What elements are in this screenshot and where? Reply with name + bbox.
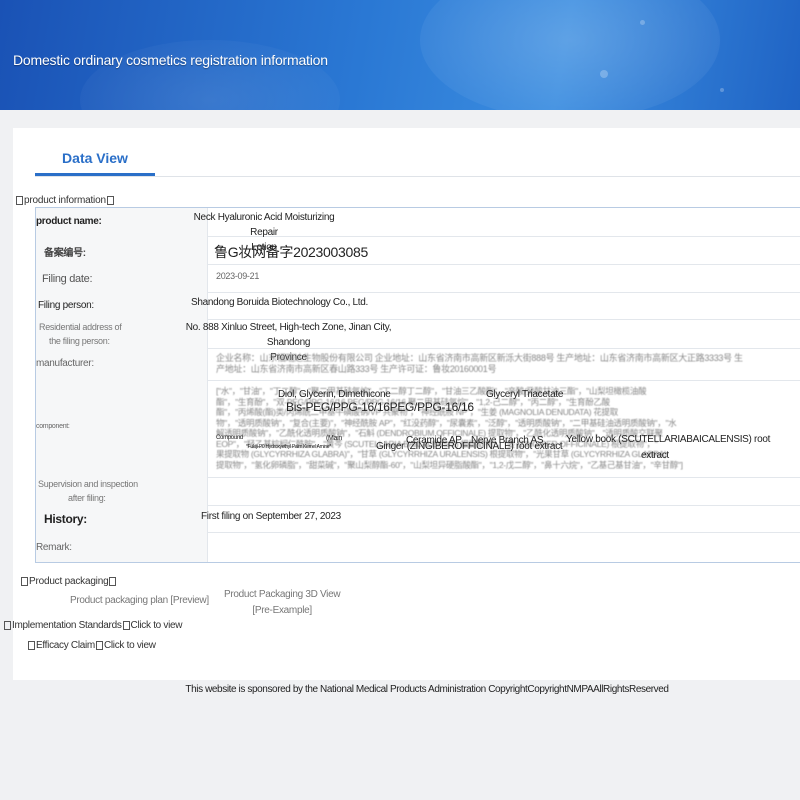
filing-person-value: Shandong Boruida Biotechnology Co., Ltd. [191,297,369,308]
tab-data-view[interactable]: Data View [35,150,155,166]
table-row: Residential address of the filing person… [36,319,800,363]
packaging-3d-view-link[interactable]: Product Packaging 3D View [Pre-Example] [224,587,341,619]
section-product-information: product information [15,195,115,206]
record-no-label: 备案编号: [44,248,86,259]
component-overlay: Diol, Glycerin, Dimethicone [278,389,391,400]
banner-decoration [80,40,340,110]
product-name-label: product name: [36,216,102,227]
table-row: component: ["水"，"甘油"，"丁二醇"，"聚二甲基硅氧烷"，"丁二… [36,380,800,478]
section-product-packaging: Product packaging [20,576,117,587]
component-overlay: Glyceryl Triacetate [486,389,564,400]
history-label: History: [44,512,87,526]
bracket-right-icon [109,576,117,586]
bracket-icon [4,620,11,630]
component-overlay: Bis-PEG/PPG-16/16PEG/PPG-16/16 [286,400,474,414]
filing-date-label: Filing date: [42,273,93,285]
history-value: First filing on September 27, 2023 [201,511,341,522]
table-row: Filing person: Shandong Boruida Biotechn… [36,292,800,320]
address-label-line2: the filing person: [49,336,110,346]
table-row: product name: Neck Hyaluronic Acid Moist… [36,208,800,253]
table-row: Remark: [36,532,800,562]
component-label: component: [36,423,70,430]
implementation-standards-row: Implementation Standards Click to view [3,620,183,631]
implementation-standards-view-link[interactable]: Click to view [131,620,183,631]
manufacturer-label: manufacturer: [36,358,94,369]
table-row: manufacturer: 企业名称：山东福瑞达生物股份有限公司 企业地址：山东… [36,348,800,381]
bracket-right-icon [106,195,114,205]
content-card: Data View product information product na… [4,128,800,680]
bracket-icon [95,640,103,650]
product-info-table: product name: Neck Hyaluronic Acid Moist… [35,207,800,563]
supervision-label-line2: after filing: [68,493,106,503]
supervision-label-line1: Supervision and inspection [38,479,138,489]
address-label-line1: Residential address of [39,322,122,332]
page-title: Domestic ordinary cosmetics registration… [13,52,328,68]
banner-decoration [640,20,645,25]
table-row: Filing date: 2023-09-21 [36,264,800,293]
packaging-plan-preview-link[interactable]: Product packaging plan [Preview] [70,595,209,606]
remark-label: Remark: [36,542,72,553]
banner-decoration [600,70,608,78]
component-overlay: *Fukiji-P0 Hydroxyethyl Palm Kernel Amin… [246,444,331,450]
table-row: History: First filing on September 27, 2… [36,505,800,533]
efficacy-claim-view-link[interactable]: Click to view [104,640,156,651]
table-row: Supervision and inspection after filing: [36,477,800,506]
filing-date-value: 2023-09-21 [216,271,260,281]
header-banner: Domestic ordinary cosmetics registration… [0,0,800,110]
table-row: 备案编号: 鲁G妆网备字2023003085 [36,236,800,265]
record-no-value: 鲁G妆网备字2023003085 [214,244,368,260]
efficacy-claim-row: Efficacy Claim Click to view [27,640,156,651]
component-overlay: extract [641,450,669,461]
filing-person-label: Filing person: [38,300,94,311]
tab-divider [35,176,800,177]
bracket-left-icon [16,195,23,205]
bracket-left-icon [21,576,28,586]
component-overlay: Ginger (ZINGIBEROFFICINALE) root extract [376,441,563,452]
banner-decoration [420,0,720,110]
component-overlay: Compound [216,435,243,441]
manufacturer-value: 企业名称：山东福瑞达生物股份有限公司 企业地址：山东省济南市高新区新泺大街888… [216,353,743,374]
site-footer: This website is sponsored by the Nationa… [185,684,669,695]
bracket-icon [122,620,130,630]
component-overlay: Yellow book (SCUTELLARIABAICALENSIS) roo… [566,434,771,445]
bracket-icon [28,640,35,650]
banner-decoration [720,88,724,92]
component-overlay: (Main [326,435,343,442]
